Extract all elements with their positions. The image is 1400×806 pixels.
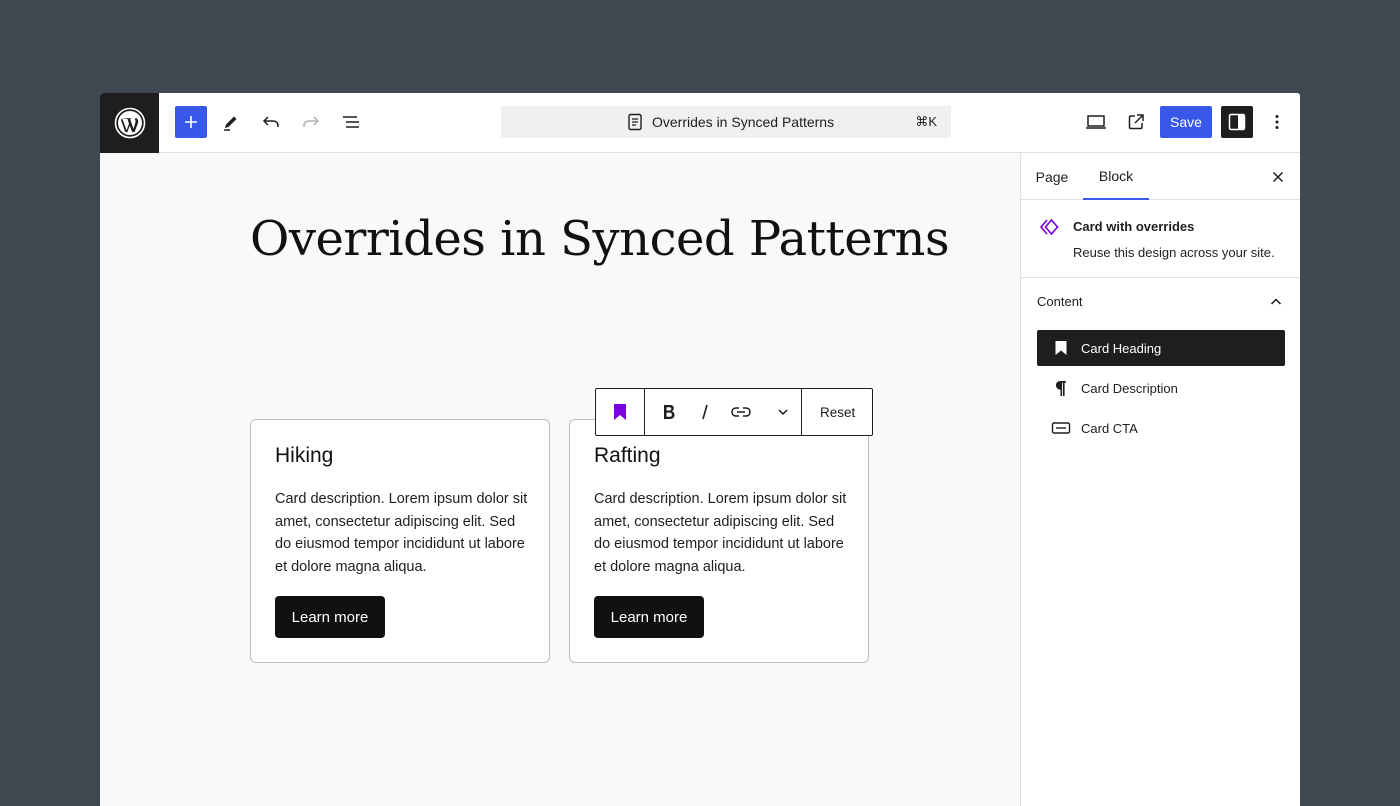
document-bar[interactable]: Overrides in Synced Patterns ⌘K <box>501 106 951 138</box>
tab-block[interactable]: Block <box>1083 153 1149 200</box>
external-link-icon <box>1128 114 1144 130</box>
bold-button[interactable] <box>645 389 693 435</box>
block-editor: Overrides in Synced Patterns ⌘K Save Ove… <box>100 93 1300 806</box>
block-card: Card with overrides Reuse this design ac… <box>1021 200 1300 278</box>
content-item-card-heading[interactable]: Card Heading <box>1037 330 1285 366</box>
block-card-title: Card with overrides <box>1073 219 1195 234</box>
learn-more-button[interactable]: Learn more <box>594 596 704 638</box>
block-type-button[interactable] <box>596 389 644 435</box>
settings-toggle-button[interactable] <box>1221 106 1253 138</box>
italic-icon <box>702 404 708 420</box>
content-item-card-cta[interactable]: Card CTA <box>1037 410 1285 446</box>
redo-icon <box>303 116 320 127</box>
close-sidebar-button[interactable] <box>1266 165 1290 189</box>
wordpress-icon <box>114 107 145 139</box>
card-description[interactable]: Card description. Lorem ipsum dolor sit … <box>275 488 531 578</box>
command-shortcut: ⌘K <box>915 114 937 129</box>
block-type-group <box>596 389 645 435</box>
document-overview-button[interactable] <box>335 106 367 138</box>
formatting-group <box>645 389 802 435</box>
learn-more-button[interactable]: Learn more <box>275 596 385 638</box>
more-vertical-icon <box>1275 115 1279 129</box>
content-panel-title: Content <box>1037 294 1083 309</box>
page-title[interactable]: Overrides in Synced Patterns <box>250 211 950 267</box>
plus-icon <box>185 116 197 128</box>
italic-button[interactable] <box>693 389 717 435</box>
button-icon <box>1049 416 1073 440</box>
paragraph-icon <box>1049 376 1073 400</box>
editor-canvas: Overrides in Synced Patterns Hiking Card… <box>100 153 1020 806</box>
redo-button[interactable] <box>295 106 327 138</box>
content-item-label: Card Heading <box>1081 341 1162 356</box>
pencil-icon <box>224 116 237 131</box>
content-panel-toggle[interactable]: Content <box>1021 278 1300 326</box>
more-formatting-button[interactable] <box>765 389 801 435</box>
device-preview-button[interactable] <box>1080 106 1112 138</box>
reset-button[interactable]: Reset <box>802 389 873 435</box>
link-button[interactable] <box>717 389 765 435</box>
content-item-label: Card CTA <box>1081 421 1138 436</box>
content-item-card-description[interactable]: Card Description <box>1037 370 1285 406</box>
bookmark-icon <box>614 404 626 420</box>
sidebar-icon <box>1228 113 1246 131</box>
options-menu-button[interactable] <box>1261 106 1293 138</box>
page-icon <box>626 113 644 134</box>
tab-page[interactable]: Page <box>1021 153 1083 200</box>
bold-icon <box>664 405 675 419</box>
chevron-down-icon <box>778 409 788 416</box>
bookmark-icon <box>1049 336 1073 360</box>
sidebar-tabs: Page Block <box>1021 153 1300 200</box>
reset-group: Reset <box>802 389 873 435</box>
document-title: Overrides in Synced Patterns <box>652 114 835 130</box>
link-icon <box>731 407 751 417</box>
card-rafting[interactable]: Rafting Card description. Lorem ipsum do… <box>569 419 869 663</box>
block-toolbar: Reset <box>595 388 873 436</box>
block-card-description: Reuse this design across your site. <box>1073 245 1275 260</box>
undo-button[interactable] <box>255 106 287 138</box>
add-block-button[interactable] <box>175 106 207 138</box>
desktop-icon <box>1086 115 1106 129</box>
settings-sidebar: Page Block Card with overrides Reuse thi… <box>1020 153 1300 806</box>
close-icon <box>1272 171 1284 183</box>
tools-button[interactable] <box>215 106 247 138</box>
view-page-button[interactable] <box>1120 106 1152 138</box>
card-heading[interactable]: Hiking <box>275 444 333 468</box>
synced-pattern-icon <box>1039 218 1061 241</box>
list-view-icon <box>343 116 359 128</box>
undo-icon <box>262 116 279 127</box>
card-heading[interactable]: Rafting <box>594 444 661 468</box>
card-description[interactable]: Card description. Lorem ipsum dolor sit … <box>594 488 850 578</box>
card-hiking[interactable]: Hiking Card description. Lorem ipsum dol… <box>250 419 550 663</box>
wordpress-logo-button[interactable] <box>100 93 159 153</box>
chevron-up-icon <box>1264 290 1288 319</box>
content-item-label: Card Description <box>1081 381 1178 396</box>
editor-header: Overrides in Synced Patterns ⌘K Save <box>100 93 1300 153</box>
save-button[interactable]: Save <box>1160 106 1212 138</box>
